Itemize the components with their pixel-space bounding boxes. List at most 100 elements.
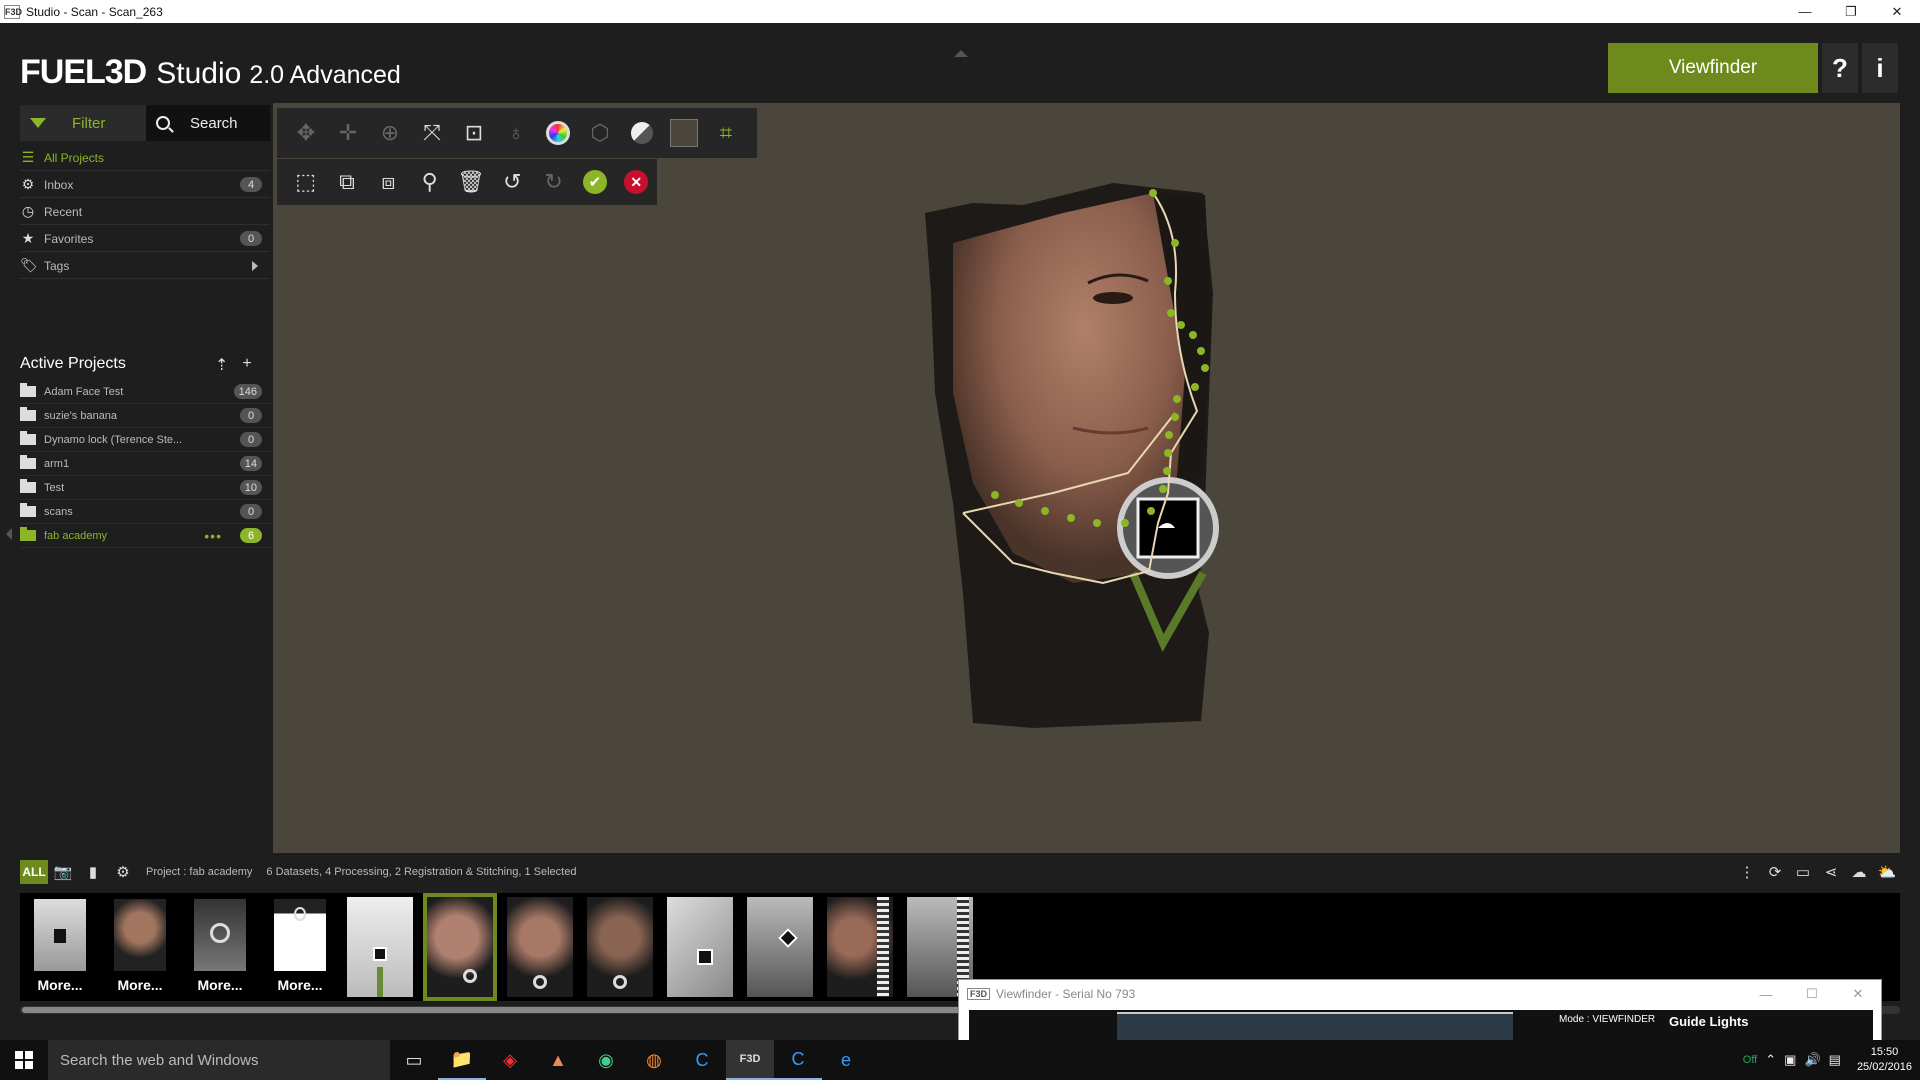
chrome-icon[interactable]: ◉	[582, 1040, 630, 1080]
zoom-icon[interactable]: ⊕	[369, 113, 411, 153]
app-icon-triangle[interactable]: ▲	[534, 1040, 582, 1080]
viewfinder-button[interactable]: Viewfinder	[1608, 43, 1818, 93]
sidebar-item-tags[interactable]: 🏷 Tags	[20, 253, 270, 279]
help-button[interactable]: ?	[1822, 43, 1858, 93]
info-button[interactable]: i	[1862, 43, 1898, 93]
pin-icon[interactable]: ⇡	[215, 355, 228, 375]
background-swatch-icon[interactable]	[663, 113, 705, 153]
thumbnail-dataset[interactable]	[340, 893, 420, 1001]
folder-icon	[20, 455, 36, 469]
face-scan-mesh[interactable]	[913, 173, 1233, 733]
project-item[interactable]: arm1 14	[20, 452, 270, 476]
crop-icon[interactable]: ⌗	[705, 113, 747, 153]
restore-button[interactable]: ❐	[1828, 0, 1874, 23]
volume-icon[interactable]: 🔊	[1804, 1052, 1820, 1068]
status-text: Project : fab academy 6 Datasets, 4 Proc…	[146, 866, 576, 878]
display-icon[interactable]: ▭	[1790, 860, 1816, 884]
taskbar-search-input[interactable]: Search the web and Windows	[48, 1040, 390, 1080]
thumbnail-dataset-selected[interactable]	[420, 893, 500, 1001]
add-project-icon[interactable]: +	[242, 355, 251, 375]
notification-icon[interactable]: ▤	[1829, 1052, 1841, 1068]
sidebar-item-recent[interactable]: ◷ Recent	[20, 199, 270, 225]
scrollbar-thumb[interactable]	[22, 1007, 960, 1013]
pdf-reader-icon[interactable]: ◈	[486, 1040, 534, 1080]
cloud-sync-icon[interactable]: ⛅	[1874, 860, 1900, 884]
cancel-icon[interactable]: ✕	[616, 162, 657, 202]
project-item[interactable]: Test 10	[20, 476, 270, 500]
contrast-icon[interactable]	[621, 113, 663, 153]
thumbnail-group[interactable]: More...	[260, 893, 340, 1001]
search-tab[interactable]: Search	[146, 105, 270, 141]
collapse-header-icon[interactable]	[954, 50, 968, 57]
edge-icon[interactable]: e	[822, 1040, 870, 1080]
select-subtract-icon[interactable]: ⧈	[368, 162, 409, 202]
thumbnail-group[interactable]: More...	[100, 893, 180, 1001]
thumbnail-dataset[interactable]	[660, 893, 740, 1001]
minimize-button[interactable]: —	[1743, 980, 1789, 1008]
thumbnail-dataset[interactable]	[500, 893, 580, 1001]
clock[interactable]: 15:50 25/02/2016	[1857, 1045, 1912, 1075]
clock-time: 15:50	[1870, 1046, 1899, 1058]
settings-icon[interactable]: ⚙	[108, 860, 138, 884]
upload-icon[interactable]: ☁	[1846, 860, 1872, 884]
thumbnail-image	[34, 899, 86, 971]
select-region-icon[interactable]: ⬚	[285, 162, 326, 202]
folder-icon	[20, 479, 36, 493]
project-item-selected[interactable]: fab academy ••• 6	[20, 524, 270, 548]
close-button[interactable]: ✕	[1835, 980, 1881, 1008]
zip-icon[interactable]: ⋮	[1734, 860, 1760, 884]
fit-view-icon[interactable]: ⤧	[411, 113, 453, 153]
pan-icon[interactable]: ✛	[327, 113, 369, 153]
thumbnail-group[interactable]: More...	[180, 893, 260, 1001]
project-item[interactable]: suzie's banana 0	[20, 404, 270, 428]
gear-icon: ⚙	[21, 176, 35, 192]
confirm-icon[interactable]: ✔	[574, 162, 615, 202]
lasso-icon[interactable]: ⚲	[409, 162, 450, 202]
sidebar-item-favorites[interactable]: ★ Favorites 0	[20, 226, 270, 252]
3d-viewport[interactable]: ✥ ✛ ⊕ ⤧ ⊡ ♁ ⬡ ⌗ ⬚ ⧉ ⧈ ⚲ 🗑 ↺ ↻ ✔ ✕	[273, 103, 1900, 853]
cube-icon[interactable]: ⬡	[579, 113, 621, 153]
collapse-sidebar-icon[interactable]	[6, 528, 12, 540]
project-item[interactable]: Dynamo lock (Terence Ste... 0	[20, 428, 270, 452]
share-icon[interactable]: ⋖	[1818, 860, 1844, 884]
chevron-up-icon[interactable]: ⌃	[1765, 1052, 1776, 1068]
task-view-icon[interactable]: ▭	[390, 1040, 438, 1080]
maximize-button[interactable]: ☐	[1789, 980, 1835, 1008]
filter-tab[interactable]: Filter	[20, 105, 146, 141]
filter-all-button[interactable]: ALL	[20, 860, 48, 884]
thumbnail-dataset[interactable]	[580, 893, 660, 1001]
start-button[interactable]	[0, 1040, 48, 1080]
delete-icon[interactable]: 🗑	[450, 162, 491, 202]
sidebar-item-all-projects[interactable]: ☰ All Projects	[20, 145, 270, 171]
more-options-icon[interactable]: •••	[204, 528, 222, 544]
close-button[interactable]: ✕	[1874, 0, 1920, 23]
redo-icon[interactable]: ↻	[533, 162, 574, 202]
project-label: Adam Face Test	[44, 385, 124, 398]
folder-icon	[20, 383, 36, 397]
thumbnail-dataset[interactable]	[820, 893, 900, 1001]
undo-icon[interactable]: ↺	[492, 162, 533, 202]
minimize-button[interactable]: —	[1782, 0, 1828, 23]
light-icon[interactable]: ♁	[495, 113, 537, 153]
product-name: Studio	[156, 57, 242, 90]
fuel3d-studio-taskbar-icon[interactable]: F3D	[726, 1040, 774, 1080]
project-item[interactable]: scans 0	[20, 500, 270, 524]
firefox-icon[interactable]: ◍	[630, 1040, 678, 1080]
refresh-icon[interactable]: ⟳	[1762, 860, 1788, 884]
c-app-icon-2[interactable]: C	[774, 1040, 822, 1080]
active-projects-title: Active Projects	[20, 355, 126, 372]
file-explorer-icon[interactable]: 📁	[438, 1040, 486, 1080]
select-add-icon[interactable]: ⧉	[326, 162, 367, 202]
sidebar-item-inbox[interactable]: ⚙ Inbox 4	[20, 172, 270, 198]
project-item[interactable]: Adam Face Test 146	[20, 380, 270, 404]
network-icon[interactable]: ▣	[1784, 1052, 1796, 1068]
camera-icon[interactable]: 📷	[48, 860, 78, 884]
color-texture-icon[interactable]	[537, 113, 579, 153]
focus-icon[interactable]: ⊡	[453, 113, 495, 153]
thumbnail-dataset[interactable]	[740, 893, 820, 1001]
thumbnail-group[interactable]: More...	[20, 893, 100, 1001]
count-badge: 4	[240, 177, 262, 192]
orbit-icon[interactable]: ✥	[285, 113, 327, 153]
c-app-icon[interactable]: C	[678, 1040, 726, 1080]
progress-filter-icon[interactable]: ▮	[78, 860, 108, 884]
